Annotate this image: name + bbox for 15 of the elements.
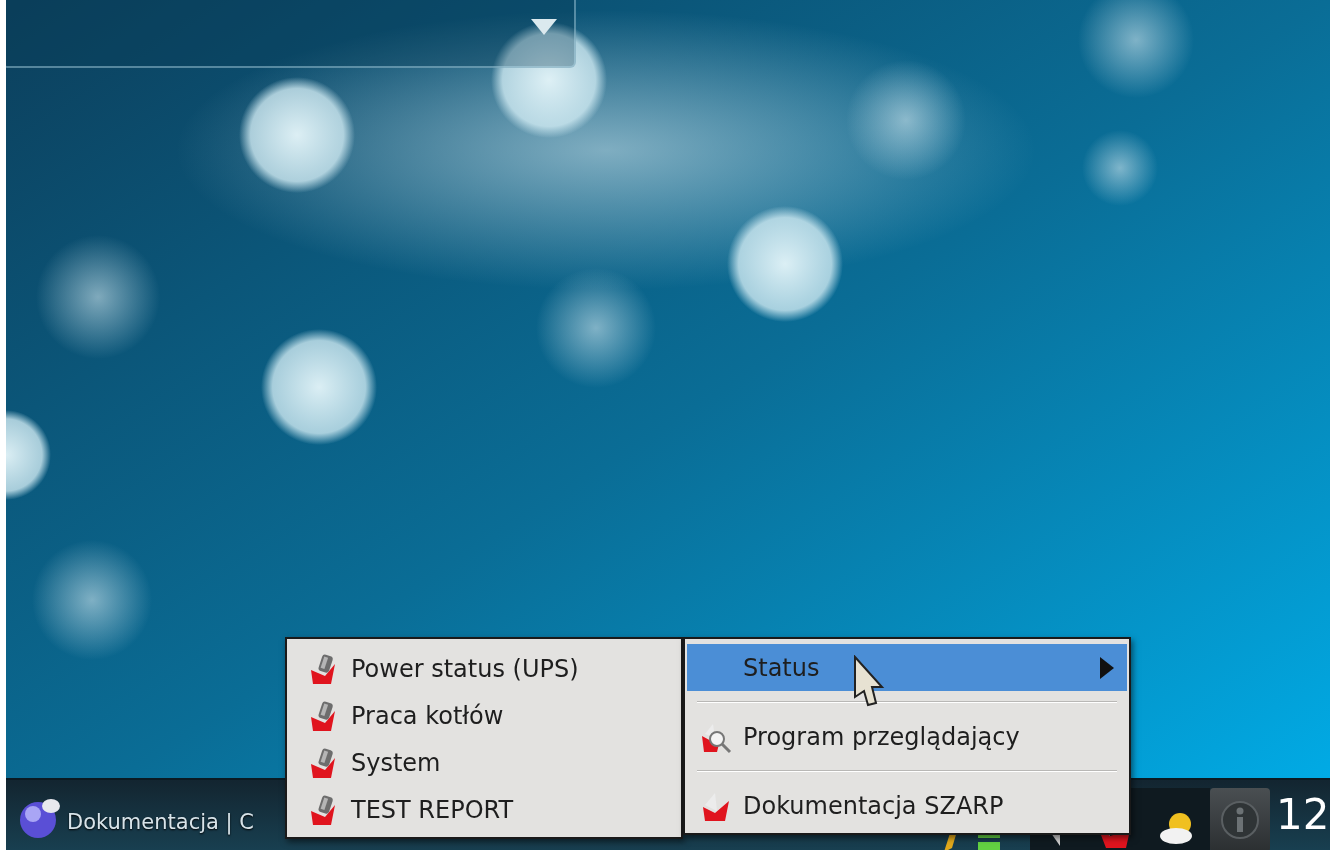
submenu-item[interactable]: Power status (UPS): [289, 645, 679, 692]
submenu-arrow-icon: [1099, 655, 1115, 680]
submenu-item[interactable]: Praca kotłów: [289, 692, 679, 739]
info-icon: [1220, 800, 1260, 840]
submenu-item[interactable]: System: [289, 739, 679, 786]
menu-item[interactable]: Dokumentacja SZARP: [687, 782, 1127, 829]
clock: 12: [1276, 792, 1330, 839]
launcher-text[interactable]: Dokumentacja | C: [67, 807, 254, 839]
cursor-icon: [852, 655, 886, 707]
menu-item[interactable]: Program przeglądający: [687, 713, 1127, 760]
globe-icon[interactable]: [18, 796, 62, 840]
menu-item[interactable]: Status: [687, 644, 1127, 691]
dropdown-arrow-icon[interactable]: [529, 17, 559, 37]
info-button[interactable]: [1210, 788, 1270, 850]
submenu-item[interactable]: TEST REPORT: [289, 786, 679, 833]
